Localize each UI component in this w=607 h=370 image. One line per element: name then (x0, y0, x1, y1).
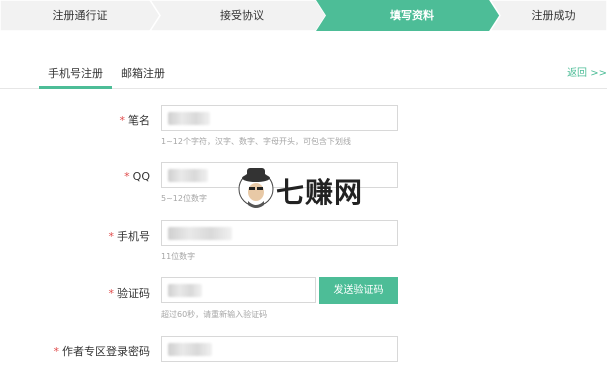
password-label: * 作者专区登录密码 (0, 343, 151, 359)
qq-label-text: QQ (132, 170, 150, 183)
active-tab-indicator (39, 86, 112, 89)
required-mark: * (124, 170, 130, 183)
required-mark: * (108, 287, 115, 300)
pen-name-label-text: 笔名 (128, 114, 150, 127)
required-mark: * (119, 114, 126, 127)
verification-code-input[interactable] (161, 277, 316, 303)
step-label: 填写资料 (390, 9, 434, 22)
pen-name-label: * 笔名 (0, 112, 151, 128)
password-label-text: 作者专区登录密码 (62, 345, 150, 358)
step-success: 注册成功 (500, 0, 607, 31)
blurred-value (168, 112, 210, 125)
blurred-value (168, 284, 202, 297)
mascot-icon (238, 168, 274, 208)
register-tabs: 手机号注册 邮箱注册 返回 >> (0, 31, 607, 89)
step-register-passport: 注册通行证 (0, 0, 160, 31)
pen-name-hint: 1~12个字符，汉字、数字、字母开头，可包含下划线 (161, 137, 351, 146)
required-mark: * (108, 230, 115, 243)
step-accept-agreement: 接受协议 (160, 0, 324, 31)
phone-label-text: 手机号 (117, 230, 150, 243)
step-fill-info: 填写资料 (324, 0, 500, 31)
watermark-logo: 七赚网 (238, 165, 368, 209)
step-label: 注册通行证 (52, 9, 108, 22)
blurred-value (168, 343, 212, 356)
back-link[interactable]: 返回 >> (567, 64, 607, 79)
send-code-button[interactable]: 发送验证码 (319, 277, 398, 304)
tab-email-register[interactable]: 邮箱注册 (121, 65, 165, 81)
code-label: * 验证码 (0, 285, 151, 301)
step-label: 注册成功 (531, 9, 576, 22)
blurred-value (168, 227, 232, 240)
phone-hint: 11位数字 (161, 252, 196, 261)
password-input[interactable] (161, 336, 398, 362)
code-label-text: 验证码 (117, 287, 150, 300)
qq-hint: 5~12位数字 (161, 194, 207, 203)
blurred-value (168, 169, 208, 182)
qq-label: * QQ (0, 170, 150, 183)
pen-name-input[interactable] (161, 105, 398, 131)
step-label: 接受协议 (220, 9, 264, 22)
phone-input[interactable] (161, 220, 398, 246)
registration-steps: 注册通行证 接受协议 填写资料 注册成功 (0, 0, 607, 31)
code-hint: 超过60秒，请重新输入验证码 (161, 310, 268, 319)
tab-phone-register[interactable]: 手机号注册 (48, 65, 103, 81)
watermark-text: 七赚网 (276, 176, 364, 209)
phone-label: * 手机号 (0, 228, 151, 244)
required-mark: * (53, 345, 60, 358)
